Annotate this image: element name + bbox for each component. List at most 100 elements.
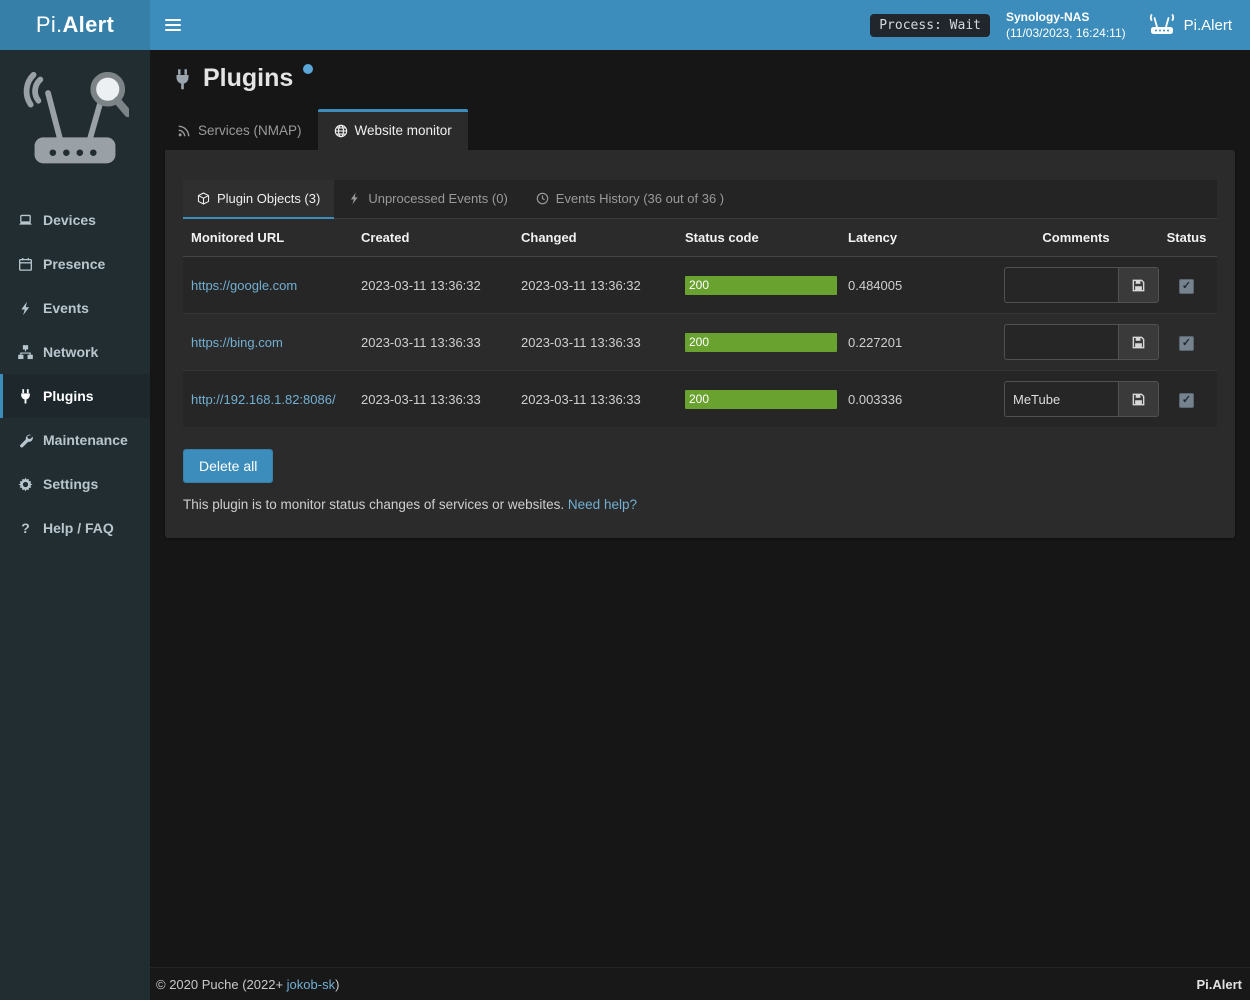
website-monitor-panel: Plugin Objects (3) Unprocessed Events (0… xyxy=(165,150,1235,538)
brand-bold: Alert xyxy=(62,12,114,38)
page-title: Plugins xyxy=(203,66,293,91)
status-checkbox[interactable] xyxy=(1179,393,1194,408)
bolt-icon xyxy=(348,192,361,205)
laptop-icon xyxy=(17,213,34,228)
calendar-icon xyxy=(17,257,34,272)
tab-unprocessed-events[interactable]: Unprocessed Events (0) xyxy=(334,180,521,219)
latency-cell: 0.227201 xyxy=(840,314,996,371)
brand-prefix: Pi. xyxy=(36,12,63,38)
gear-icon xyxy=(17,477,34,492)
sidebar-item-label: Maintenance xyxy=(43,432,128,448)
latency-cell: 0.484005 xyxy=(840,257,996,314)
host-name: Synology-NAS xyxy=(1006,9,1126,25)
status-checkbox[interactable] xyxy=(1179,279,1194,294)
col-status-code: Status code xyxy=(677,219,840,257)
monitored-url-link[interactable]: http://192.168.1.82:8086/ xyxy=(191,392,336,407)
footer-copyright: © 2020 Puche (2022+ jokob-sk) xyxy=(156,977,339,992)
plug-icon xyxy=(17,389,34,404)
topbar-app-link[interactable]: Pi.Alert xyxy=(1142,14,1238,36)
sidebar-item-maintenance[interactable]: Maintenance xyxy=(0,418,150,462)
monitored-url-link[interactable]: https://bing.com xyxy=(191,335,283,350)
monitored-url-link[interactable]: https://google.com xyxy=(191,278,297,293)
sidebar-item-devices[interactable]: Devices xyxy=(0,198,150,242)
created-cell: 2023-03-11 13:36:33 xyxy=(353,371,513,428)
main-content: Plugins Services (NMAP) Website monitor … xyxy=(150,50,1250,967)
table-row: https://google.com 2023-03-11 13:36:32 2… xyxy=(183,257,1217,314)
plugin-description: This plugin is to monitor status changes… xyxy=(183,497,1217,512)
page-header: Plugins xyxy=(150,50,1250,103)
comment-input[interactable] xyxy=(1004,324,1118,360)
latency-cell: 0.003336 xyxy=(840,371,996,428)
sidebar-item-network[interactable]: Network xyxy=(0,330,150,374)
clock-icon xyxy=(536,192,549,205)
sidebar-item-label: Devices xyxy=(43,212,96,228)
status-checkbox[interactable] xyxy=(1179,336,1194,351)
comment-input[interactable] xyxy=(1004,381,1118,417)
signal-icon xyxy=(177,124,191,138)
status-code-bar: 200 xyxy=(685,390,837,409)
table-header-row: Monitored URL Created Changed Status cod… xyxy=(183,219,1217,257)
plugin-tabs: Services (NMAP) Website monitor xyxy=(161,109,1235,150)
col-changed: Changed xyxy=(513,219,677,257)
cube-icon xyxy=(197,192,210,205)
status-code-bar: 200 xyxy=(685,276,837,295)
top-navbar: Pi.Alert Process: Wait Synology-NAS (11/… xyxy=(0,0,1250,50)
sidebar-item-settings[interactable]: Settings xyxy=(0,462,150,506)
save-comment-button[interactable] xyxy=(1118,267,1159,303)
floppy-icon xyxy=(1131,392,1146,407)
tab-label: Events History (36 out of 36 ) xyxy=(556,191,724,206)
sidebar-item-help-faq[interactable]: ? Help / FAQ xyxy=(0,506,150,550)
created-cell: 2023-03-11 13:36:33 xyxy=(353,314,513,371)
footer-brand: Pi.Alert xyxy=(1196,977,1242,992)
comment-input[interactable] xyxy=(1004,267,1118,303)
delete-all-button[interactable]: Delete all xyxy=(183,449,273,483)
sidebar-item-plugins[interactable]: Plugins xyxy=(0,374,150,418)
col-latency: Latency xyxy=(840,219,996,257)
col-monitored-url: Monitored URL xyxy=(183,219,353,257)
changed-cell: 2023-03-11 13:36:33 xyxy=(513,371,677,428)
sidebar-item-label: Help / FAQ xyxy=(43,520,114,536)
save-comment-button[interactable] xyxy=(1118,324,1159,360)
bolt-icon xyxy=(17,301,34,316)
floppy-icon xyxy=(1131,335,1146,350)
pialert-logo xyxy=(0,50,150,198)
status-code-bar: 200 xyxy=(685,333,837,352)
sidebar-toggle-button[interactable] xyxy=(150,0,196,50)
footer: © 2020 Puche (2022+ jokob-sk) Pi.Alert xyxy=(150,967,1250,1000)
comment-group xyxy=(1004,324,1159,360)
need-help-link[interactable]: Need help? xyxy=(568,497,637,512)
sidebar-item-presence[interactable]: Presence xyxy=(0,242,150,286)
tab-plugin-objects[interactable]: Plugin Objects (3) xyxy=(183,180,334,219)
sidebar-item-label: Settings xyxy=(43,476,98,492)
tab-label: Services (NMAP) xyxy=(198,123,302,138)
host-timestamp: (11/03/2023, 16:24:11) xyxy=(1006,25,1126,41)
sidebar-item-events[interactable]: Events xyxy=(0,286,150,330)
col-comments: Comments xyxy=(996,219,1156,257)
topbar-app-label: Pi.Alert xyxy=(1184,17,1232,34)
save-comment-button[interactable] xyxy=(1118,381,1159,417)
globe-icon xyxy=(334,124,348,138)
plugins-info-badge[interactable] xyxy=(303,64,313,74)
hamburger-icon xyxy=(165,19,181,21)
tab-label: Website monitor xyxy=(355,123,452,138)
router-icon xyxy=(1148,14,1176,36)
comment-group xyxy=(1004,267,1159,303)
comment-group xyxy=(1004,381,1159,417)
monitored-urls-table: Monitored URL Created Changed Status cod… xyxy=(183,219,1217,427)
sidebar-item-label: Plugins xyxy=(43,388,94,404)
author-link[interactable]: jokob-sk xyxy=(287,977,335,992)
tab-website-monitor[interactable]: Website monitor xyxy=(318,109,468,150)
description-text: This plugin is to monitor status changes… xyxy=(183,497,568,512)
wrench-icon xyxy=(17,433,34,448)
changed-cell: 2023-03-11 13:36:32 xyxy=(513,257,677,314)
tab-events-history[interactable]: Events History (36 out of 36 ) xyxy=(522,180,738,219)
tab-label: Plugin Objects (3) xyxy=(217,191,320,206)
host-info: Synology-NAS (11/03/2023, 16:24:11) xyxy=(1006,9,1126,41)
brand-logo[interactable]: Pi.Alert xyxy=(0,0,150,50)
tab-services-nmap[interactable]: Services (NMAP) xyxy=(161,109,318,150)
col-created: Created xyxy=(353,219,513,257)
sidebar-item-label: Events xyxy=(43,300,89,316)
tab-label: Unprocessed Events (0) xyxy=(368,191,507,206)
floppy-icon xyxy=(1131,278,1146,293)
sidebar-item-label: Presence xyxy=(43,256,105,272)
